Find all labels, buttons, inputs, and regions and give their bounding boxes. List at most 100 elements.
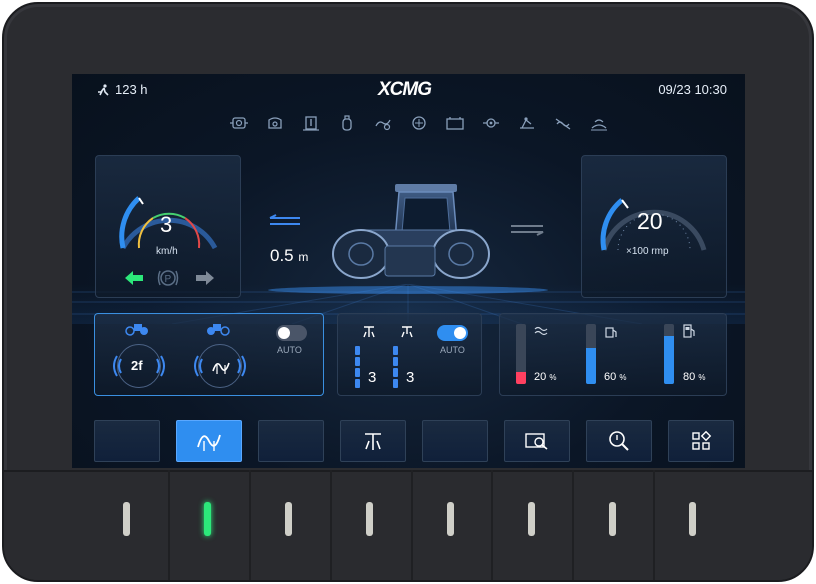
travel-distance: 0.5 m bbox=[270, 246, 308, 266]
def-level-readout: 60 % bbox=[604, 371, 626, 383]
vibration-auto-toggle[interactable] bbox=[276, 325, 307, 341]
parking-icon: P bbox=[157, 270, 179, 286]
fuel-level-unit: % bbox=[698, 373, 706, 382]
fuel-icon bbox=[683, 324, 695, 338]
hw-key-3[interactable] bbox=[285, 502, 292, 536]
fuel-pump-icon bbox=[605, 327, 617, 338]
hydraulic-icon bbox=[408, 112, 430, 134]
softkey-3[interactable] bbox=[258, 420, 324, 462]
rear-level-segment bbox=[393, 379, 398, 388]
front-level-segment bbox=[355, 346, 360, 355]
search-icon bbox=[609, 431, 629, 451]
vibration-panel[interactable]: AUTO 2f bbox=[94, 313, 324, 396]
softkey-sprinkler[interactable] bbox=[340, 420, 406, 462]
right-arrow-icon bbox=[196, 271, 214, 285]
softkey-menu[interactable] bbox=[668, 420, 734, 462]
hw-separator bbox=[572, 470, 574, 580]
sprinkler-auto-label: AUTO bbox=[440, 345, 465, 355]
hw-key-5[interactable] bbox=[447, 502, 454, 536]
left-arrow-icon bbox=[125, 271, 143, 285]
water-level-bar bbox=[516, 324, 526, 384]
svg-text:P: P bbox=[165, 274, 172, 285]
forward-arrow-icon bbox=[511, 225, 544, 236]
softkey-1[interactable] bbox=[94, 420, 160, 462]
display-screen: 123 h XCMG 09/23 10:30 3 km/h P 0.5 m 20… bbox=[72, 74, 745, 468]
rpm-unit: ×100 rmp bbox=[626, 246, 669, 257]
def-level-bar bbox=[586, 324, 596, 384]
sprinkler-auto-toggle[interactable] bbox=[437, 325, 468, 341]
operating-hours: 123 h bbox=[96, 82, 148, 97]
rear-vibration-waves-icon bbox=[194, 355, 246, 377]
front-level-segment bbox=[355, 379, 360, 388]
front-level-segment bbox=[355, 357, 360, 366]
menu-grid-icon bbox=[692, 430, 712, 450]
fuel-level-readout: 80 % bbox=[683, 371, 705, 383]
softkey-search[interactable] bbox=[586, 420, 652, 462]
date-time: 09/23 10:30 bbox=[658, 82, 727, 97]
search-screen-icon bbox=[525, 433, 548, 450]
xcmg-logo: XCMG bbox=[378, 79, 432, 100]
fuel-level-bar bbox=[664, 324, 674, 384]
seat-belt-icon bbox=[588, 112, 610, 134]
speed-gauge-panel: 3 km/h P bbox=[95, 155, 241, 298]
hw-key-4[interactable] bbox=[366, 502, 373, 536]
filter-icon bbox=[336, 112, 358, 134]
hw-separator bbox=[249, 470, 251, 580]
oil-filter-icon bbox=[372, 112, 394, 134]
def-level-value: 60 bbox=[604, 371, 617, 383]
fuel-level-value: 80 bbox=[683, 371, 696, 383]
front-sprinkler-icon bbox=[363, 326, 375, 338]
front-vibration-waves-icon bbox=[113, 355, 165, 377]
water-level-readout: 20 % bbox=[534, 371, 556, 383]
softkey-bar bbox=[94, 420, 734, 462]
rpm-gauge-panel: 20 ×100 rmp bbox=[581, 155, 727, 298]
hw-separator bbox=[411, 470, 413, 580]
vibration-auto-label: AUTO bbox=[277, 345, 302, 355]
battery-icon bbox=[444, 112, 466, 134]
top-bar: 123 h XCMG 09/23 10:30 bbox=[72, 74, 745, 104]
hw-key-1[interactable] bbox=[123, 502, 130, 536]
no-vibration-icon bbox=[552, 112, 574, 134]
def-level-unit: % bbox=[619, 373, 627, 382]
rear-sprinkler-level: 3 bbox=[406, 369, 415, 386]
rear-level-segment bbox=[393, 368, 398, 377]
hw-key-6[interactable] bbox=[528, 502, 535, 536]
water-icon bbox=[534, 326, 548, 336]
rear-drum-icon bbox=[207, 324, 230, 336]
rpm-value: 20 bbox=[637, 208, 663, 234]
front-level-segment bbox=[355, 368, 360, 377]
travel-distance-unit: m bbox=[298, 250, 309, 264]
hw-key-2-active[interactable] bbox=[204, 502, 211, 536]
speed-value: 3 bbox=[160, 212, 173, 237]
hours-value: 123 h bbox=[115, 82, 148, 97]
sprinkler-panel[interactable]: AUTO 3 3 bbox=[337, 313, 482, 396]
coolant-temp-icon bbox=[300, 112, 322, 134]
parking-brake-icon bbox=[516, 112, 538, 134]
sprinkler-icon bbox=[365, 433, 381, 450]
hw-separator bbox=[491, 470, 493, 580]
water-level-unit: % bbox=[549, 373, 557, 382]
hw-separator bbox=[330, 470, 332, 580]
hw-separator bbox=[653, 470, 655, 580]
roller-machine-illustration bbox=[332, 184, 490, 279]
vibration-wave-icon bbox=[197, 434, 221, 451]
softkey-vibration[interactable] bbox=[176, 420, 242, 462]
water-level-value: 20 bbox=[534, 371, 547, 383]
rear-sprinkler-icon bbox=[401, 326, 413, 338]
front-drum-icon bbox=[125, 324, 148, 336]
warning-lights-row bbox=[228, 112, 610, 134]
hw-separator bbox=[168, 470, 170, 580]
oil-can-icon bbox=[264, 112, 286, 134]
operator-icon bbox=[98, 83, 109, 96]
rear-level-segment bbox=[393, 357, 398, 366]
hw-key-8[interactable] bbox=[689, 502, 696, 536]
transmission-icon bbox=[480, 112, 502, 134]
speed-unit: km/h bbox=[156, 246, 178, 257]
fluid-levels-panel: 20 % 60 % 80 % bbox=[499, 313, 727, 396]
hw-key-7[interactable] bbox=[609, 502, 616, 536]
softkey-screen-search[interactable] bbox=[504, 420, 570, 462]
rear-level-segment bbox=[393, 346, 398, 355]
reverse-arrow-icon bbox=[269, 214, 300, 225]
travel-distance-value: 0.5 bbox=[270, 246, 294, 265]
softkey-5[interactable] bbox=[422, 420, 488, 462]
